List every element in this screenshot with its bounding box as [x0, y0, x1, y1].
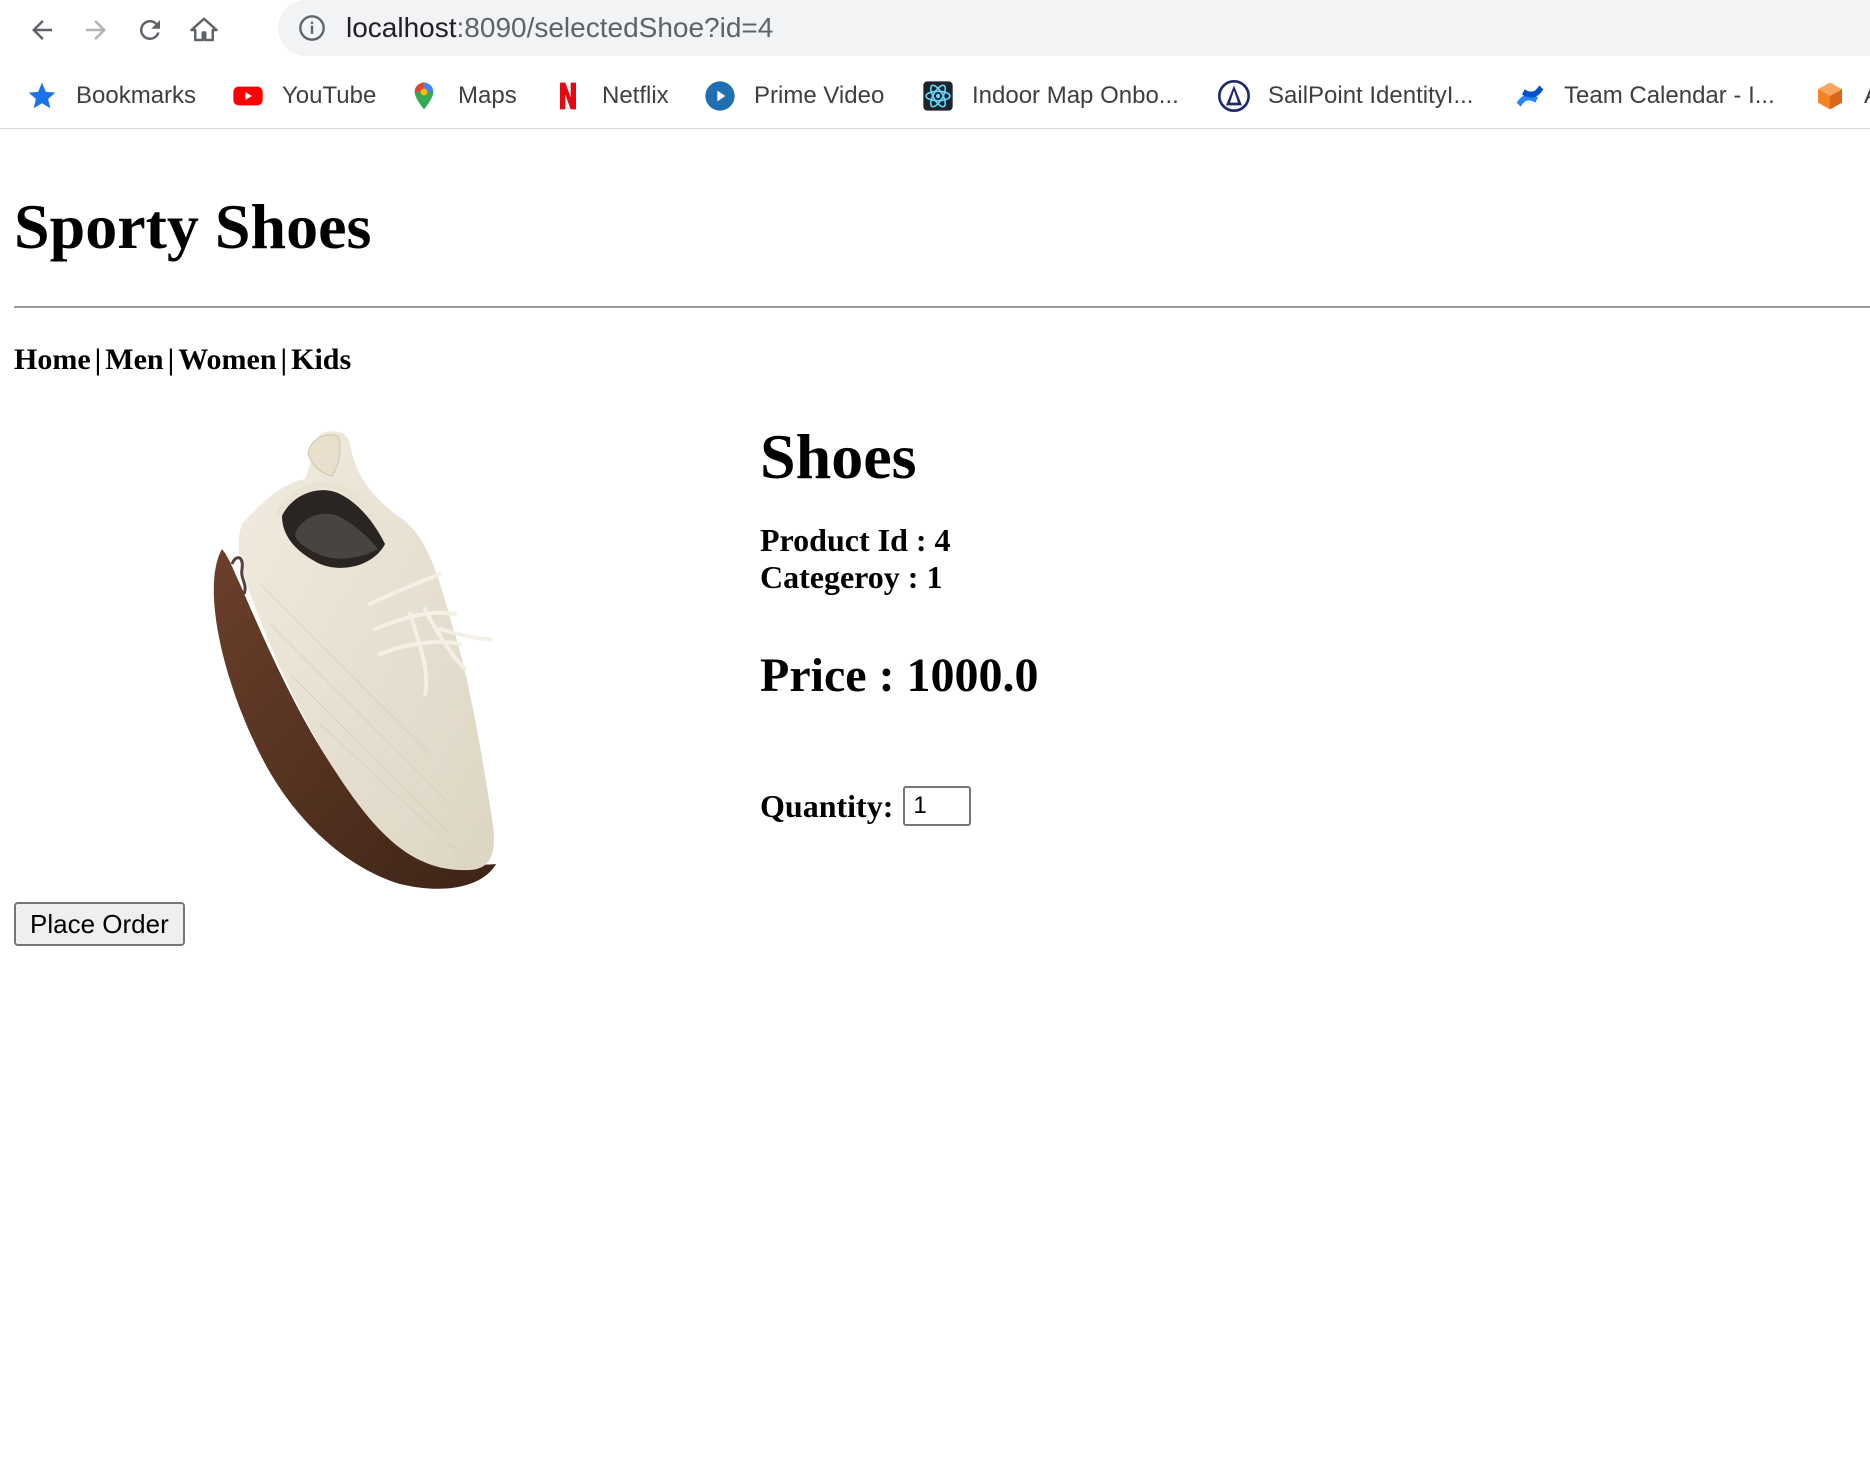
maps-icon — [408, 80, 440, 112]
address-bar[interactable]: localhost:8090/selectedShoe?id=4 — [278, 0, 1870, 56]
bookmark-overflow[interactable]: A — [1814, 72, 1870, 120]
bookmark-label: Prime Video — [754, 82, 885, 109]
product-image — [200, 424, 540, 904]
bookmark-youtube[interactable]: YouTube — [232, 72, 376, 120]
nav-separator: | — [280, 343, 288, 376]
react-icon — [922, 80, 954, 112]
star-icon — [26, 80, 58, 112]
shoe-image — [213, 431, 496, 889]
bookmark-indoor-map[interactable]: Indoor Map Onbo... — [922, 72, 1179, 120]
nav-link-home[interactable]: Home — [14, 343, 91, 376]
reload-icon — [139, 19, 160, 40]
quantity-input[interactable] — [903, 786, 972, 826]
bookmark-team-calendar[interactable]: Team Calendar - I... — [1514, 72, 1775, 120]
bookmark-maps[interactable]: Maps — [408, 72, 517, 120]
header-divider — [14, 306, 1870, 308]
bookmarks-bar: Bookmarks YouTube Maps Netflix Prime Vid… — [0, 72, 1870, 120]
product-category: Categeroy : 1 — [760, 559, 943, 595]
nav-separator: | — [94, 343, 102, 376]
nav-link-kids[interactable]: Kids — [291, 343, 351, 376]
home-button[interactable] — [182, 8, 226, 52]
product-id: Product Id : 4 — [760, 522, 951, 558]
nav-link-women[interactable]: Women — [178, 343, 276, 376]
bookmark-label: SailPoint IdentityI... — [1268, 82, 1474, 109]
confluence-icon — [1514, 80, 1546, 112]
back-button[interactable] — [20, 8, 64, 52]
url-text[interactable]: localhost:8090/selectedShoe?id=4 — [346, 10, 773, 46]
home-icon — [190, 17, 218, 42]
product-name: Shoes — [760, 421, 917, 492]
bookmark-label: Bookmarks — [76, 82, 197, 109]
bookmark-label: Netflix — [602, 82, 669, 109]
forward-arrow-icon — [86, 20, 106, 40]
forward-button[interactable] — [74, 8, 118, 52]
bookmark-bookmarks[interactable]: Bookmarks — [26, 72, 196, 120]
product-price: Price : 1000.0 — [760, 649, 1039, 702]
nav-link-men[interactable]: Men — [105, 343, 163, 376]
site-title: Sporty Shoes — [14, 191, 372, 262]
prime-video-icon — [704, 80, 736, 112]
bookmark-label: YouTube — [282, 82, 377, 109]
bookmark-prime-video[interactable]: Prime Video — [704, 72, 884, 120]
back-arrow-icon — [32, 20, 52, 40]
reload-button[interactable] — [128, 8, 172, 52]
cube-icon — [1814, 80, 1846, 112]
quantity-label: Quantity: — [760, 788, 894, 824]
page-content: Sporty Shoes Home | Men | Women | Kids S… — [0, 129, 1870, 1458]
main-nav: Home | Men | Women | Kids — [14, 340, 351, 380]
bookmark-label: Team Calendar - I... — [1564, 82, 1775, 109]
place-order-button[interactable]: Place Order — [14, 902, 185, 946]
quantity-row: Quantity: — [760, 784, 972, 828]
youtube-icon — [232, 80, 264, 112]
browser-chrome: localhost:8090/selectedShoe?id=4 Bookmar… — [0, 0, 1870, 129]
info-icon[interactable] — [298, 14, 326, 42]
url-host: localhost — [346, 12, 457, 43]
sailpoint-icon — [1218, 80, 1250, 112]
bookmark-netflix[interactable]: Netflix — [552, 72, 669, 120]
nav-separator: | — [167, 343, 175, 376]
bookmark-label: Indoor Map Onbo... — [972, 82, 1179, 109]
bookmark-label: Maps — [458, 82, 517, 109]
bookmark-sailpoint[interactable]: SailPoint IdentityI... — [1218, 72, 1473, 120]
bookmark-label: A — [1864, 82, 1870, 110]
url-path: :8090/selectedShoe?id=4 — [456, 12, 774, 43]
netflix-icon — [552, 80, 584, 112]
